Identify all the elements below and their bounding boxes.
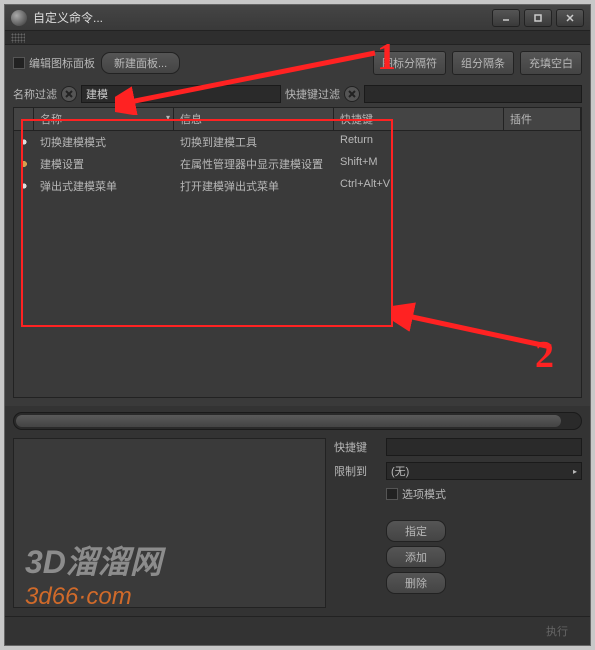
icon-separator-button[interactable]: 图标分隔符	[373, 51, 446, 75]
col-info[interactable]: 信息	[174, 108, 334, 130]
cell-shortcut: Ctrl+Alt+V	[334, 177, 504, 195]
horizontal-scrollbar[interactable]	[13, 412, 582, 430]
cell-shortcut: Shift+M	[334, 155, 504, 173]
table-body[interactable]: 切换建模模式切换到建模工具Return建模设置在属性管理器中显示建模设置Shif…	[13, 131, 582, 398]
cell-info: 打开建模弹出式菜单	[174, 177, 334, 195]
command-preview-pane	[13, 438, 326, 608]
execute-button[interactable]: 执行	[534, 621, 580, 641]
fill-blank-button[interactable]: 充填空白	[520, 51, 582, 75]
delete-button[interactable]: 删除	[386, 572, 446, 594]
option-mode-checkbox[interactable]: 选项模式	[386, 486, 446, 502]
assign-button[interactable]: 指定	[386, 520, 446, 542]
col-name[interactable]: 名称▾	[34, 108, 174, 130]
col-shortcut[interactable]: 快捷键	[334, 108, 504, 130]
shortcut-label: 快捷键	[334, 439, 378, 455]
shortcut-filter-input[interactable]	[364, 85, 582, 103]
restrict-value: (无)	[391, 463, 409, 479]
new-panel-button[interactable]: 新建面板...	[101, 52, 180, 74]
maximize-button[interactable]	[524, 9, 552, 27]
titlebar: 自定义命令...	[5, 5, 590, 31]
cell-info: 在属性管理器中显示建模设置	[174, 155, 334, 173]
command-icon	[20, 180, 28, 192]
cell-shortcut: Return	[334, 133, 504, 151]
toolbar: 编辑图标面板 新建面板... 图标分隔符 组分隔条 充填空白	[5, 45, 590, 81]
window-title: 自定义命令...	[33, 9, 492, 26]
group-separator-button[interactable]: 组分隔条	[452, 51, 514, 75]
gear-icon	[20, 158, 28, 170]
restrict-label: 限制到	[334, 463, 378, 479]
clear-name-filter-button[interactable]	[61, 86, 77, 102]
command-icon	[20, 136, 28, 148]
minimize-button[interactable]	[492, 9, 520, 27]
table-header: 名称▾ 信息 快捷键 插件	[13, 107, 582, 131]
table-row[interactable]: 弹出式建模菜单打开建模弹出式菜单Ctrl+Alt+V	[14, 175, 581, 197]
shortcut-filter-label: 快捷键过滤	[285, 86, 340, 102]
cell-name: 弹出式建模菜单	[34, 177, 174, 195]
add-button[interactable]: 添加	[386, 546, 446, 568]
name-filter-label: 名称过滤	[13, 86, 57, 102]
col-plugin[interactable]: 插件	[504, 108, 581, 130]
edit-icon-panel-label: 编辑图标面板	[29, 55, 95, 71]
name-filter-input[interactable]	[81, 85, 281, 103]
clear-shortcut-filter-button[interactable]	[344, 86, 360, 102]
cell-info: 切换到建模工具	[174, 133, 334, 151]
filter-row: 名称过滤 快捷键过滤	[5, 81, 590, 107]
shortcut-input[interactable]	[386, 438, 582, 456]
table-row[interactable]: 切换建模模式切换到建模工具Return	[14, 131, 581, 153]
app-icon	[11, 10, 27, 26]
restrict-select[interactable]: (无) ▸	[386, 462, 582, 480]
close-button[interactable]	[556, 9, 584, 27]
option-mode-label: 选项模式	[402, 486, 446, 502]
cell-name: 建模设置	[34, 155, 174, 173]
sort-indicator-icon: ▾	[166, 113, 170, 122]
cell-name: 切换建模模式	[34, 133, 174, 151]
table-row[interactable]: 建模设置在属性管理器中显示建模设置Shift+M	[14, 153, 581, 175]
edit-icon-panel-checkbox[interactable]: 编辑图标面板	[13, 55, 95, 71]
chevron-down-icon: ▸	[573, 467, 577, 476]
dock-gripper[interactable]	[5, 31, 590, 45]
